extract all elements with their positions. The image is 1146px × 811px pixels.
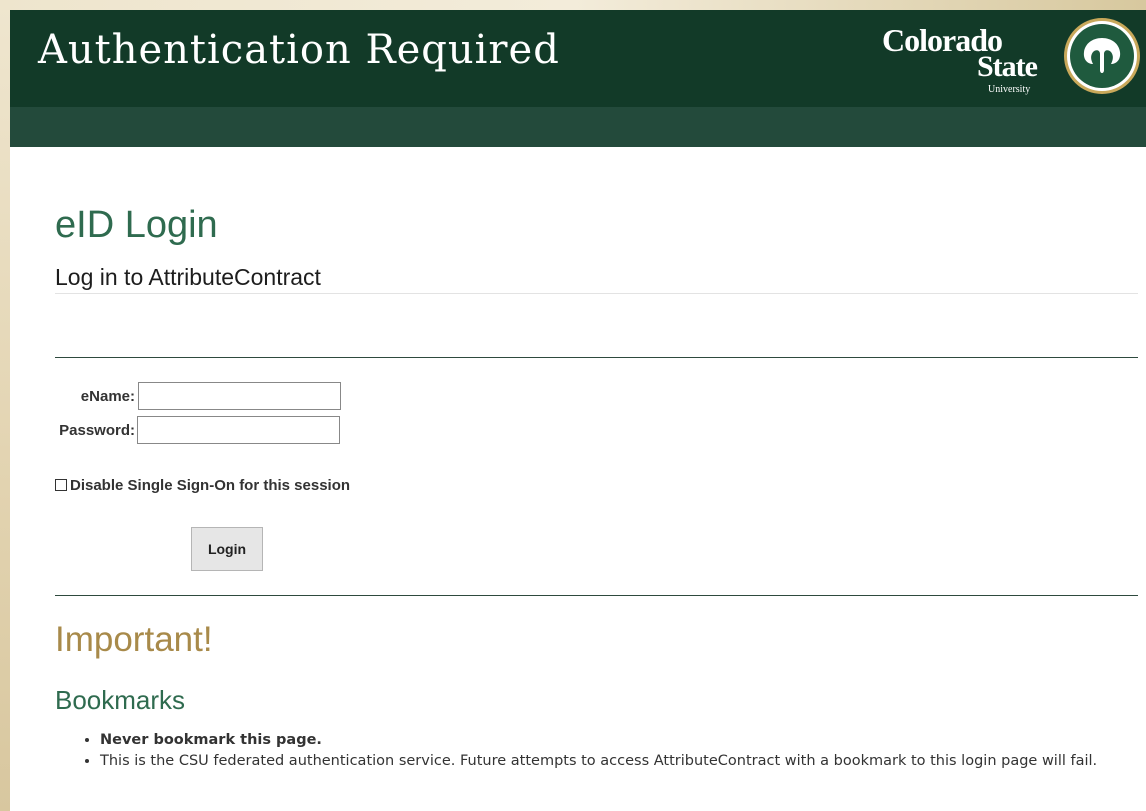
password-label: Password:: [59, 422, 135, 439]
form-bottom-divider: [55, 595, 1138, 596]
main-content: eID Login Log in to AttributeContract eN…: [10, 147, 1146, 811]
ename-label: eName:: [80, 388, 135, 405]
bookmarks-heading: Bookmarks: [55, 685, 186, 715]
form-top-divider: [55, 357, 1138, 358]
ename-input[interactable]: [138, 382, 341, 410]
csu-logo[interactable]: Colorado State University: [882, 22, 1052, 102]
login-button[interactable]: Login: [191, 527, 263, 571]
list-item: Never bookmark this page.: [100, 730, 1146, 751]
bookmark-notes-list: Never bookmark this page. This is the CS…: [82, 730, 1146, 772]
important-heading: Important!: [55, 620, 213, 659]
login-subheading: Log in to AttributeContract: [55, 264, 321, 290]
page-title: Authentication Required: [38, 27, 560, 73]
ram-seal-icon[interactable]: [1062, 16, 1142, 96]
password-input[interactable]: [137, 416, 340, 444]
list-item: This is the CSU federated authentication…: [100, 751, 1146, 772]
navigation-bar: [10, 107, 1146, 147]
sso-checkbox[interactable]: [55, 479, 67, 491]
logo-word-state: State: [977, 50, 1038, 83]
page-background-top: [0, 0, 1146, 10]
sso-checkbox-label[interactable]: Disable Single Sign-On for this session: [70, 477, 350, 494]
site-header: Authentication Required Colorado State U…: [10, 10, 1146, 107]
logo-word-university: University: [988, 84, 1031, 95]
sso-option[interactable]: Disable Single Sign-On for this session: [55, 475, 350, 495]
login-heading: eID Login: [55, 204, 218, 246]
heading-divider: [55, 293, 1138, 294]
